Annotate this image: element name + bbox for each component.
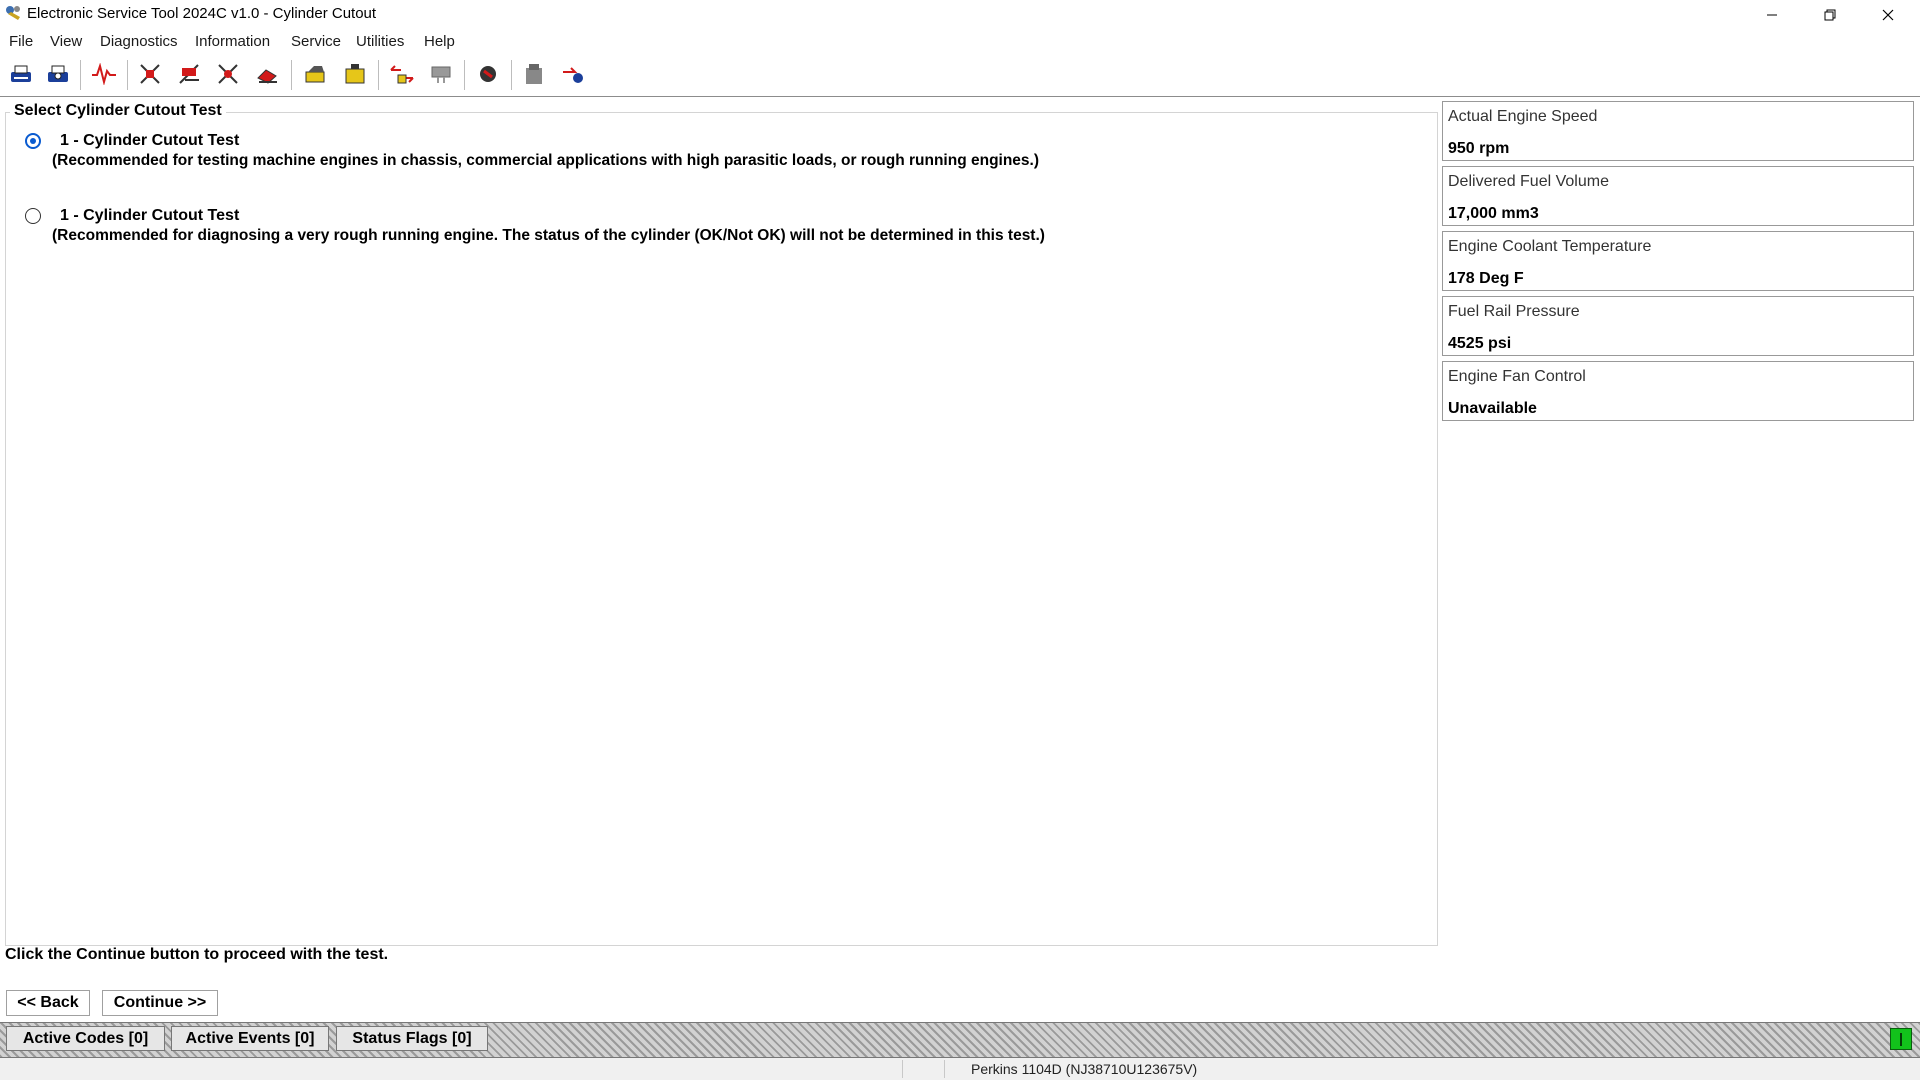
event-codes-icon[interactable] <box>215 60 243 88</box>
param-label: Engine Fan Control <box>1448 368 1586 385</box>
option-2-radio[interactable] <box>25 208 41 224</box>
print-icon[interactable] <box>7 60 35 88</box>
menu-bar: File View Diagnostics Information Servic… <box>0 29 1920 54</box>
menu-file[interactable]: File <box>9 33 33 50</box>
menu-utilities[interactable]: Utilities <box>356 33 404 50</box>
title-bar: Electronic Service Tool 2024C v1.0 - Cyl… <box>0 0 1920 29</box>
param-value: 17,000 mm3 <box>1448 205 1539 222</box>
toolbar-separator <box>378 60 379 90</box>
param-value: 4525 psi <box>1448 335 1512 352</box>
restore-icon[interactable] <box>1801 0 1859 29</box>
disconnect-icon[interactable] <box>474 60 502 88</box>
footer-status-bar: Perkins 1104D (NJ38710U123675V) <box>0 1058 1920 1080</box>
status-waveform-icon[interactable] <box>90 60 118 88</box>
connect-icon[interactable] <box>427 60 455 88</box>
param-coolant-temperature: Engine Coolant Temperature 178 Deg F <box>1442 231 1914 291</box>
param-label: Fuel Rail Pressure <box>1448 303 1580 320</box>
toolbar <box>0 54 1920 97</box>
status-flags-button[interactable]: Status Flags [0] <box>336 1026 488 1051</box>
param-fan-control: Engine Fan Control Unavailable <box>1442 361 1914 421</box>
window-title: Electronic Service Tool 2024C v1.0 - Cyl… <box>27 5 377 22</box>
footer-separator <box>944 1060 945 1078</box>
option-2-description: (Recommended for diagnosing a very rough… <box>52 227 1045 244</box>
winflash-icon[interactable] <box>560 60 588 88</box>
param-label: Engine Coolant Temperature <box>1448 238 1652 255</box>
menu-diagnostics[interactable]: Diagnostics <box>100 33 178 50</box>
param-value: 178 Deg F <box>1448 270 1524 287</box>
configuration-icon[interactable] <box>302 60 330 88</box>
option-1-radio[interactable] <box>25 133 41 149</box>
ecm-summary-icon[interactable] <box>341 60 369 88</box>
toolbar-separator <box>464 60 465 90</box>
footer-separator <box>902 1060 903 1078</box>
app-logo-icon <box>6 6 20 20</box>
logged-diagnostics-icon[interactable] <box>176 60 204 88</box>
param-fuel-volume: Delivered Fuel Volume 17,000 mm3 <box>1442 166 1914 226</box>
menu-service[interactable]: Service <box>291 33 341 50</box>
toolbar-separator <box>291 60 292 90</box>
flash-program-icon[interactable] <box>520 60 548 88</box>
toolbar-separator <box>127 60 128 90</box>
back-button[interactable]: << Back <box>6 990 90 1016</box>
param-label: Actual Engine Speed <box>1448 108 1598 125</box>
param-fuel-rail-pressure: Fuel Rail Pressure 4525 psi <box>1442 296 1914 356</box>
toolbar-separator <box>511 60 512 90</box>
ecm-identifier: Perkins 1104D (NJ38710U123675V) <box>971 1061 1198 1077</box>
minimize-icon[interactable] <box>1743 0 1801 29</box>
param-value: Unavailable <box>1448 400 1537 417</box>
continue-button[interactable]: Continue >> <box>102 990 218 1016</box>
option-2-title[interactable]: 1 - Cylinder Cutout Test <box>60 207 239 225</box>
data-link-icon[interactable] <box>388 60 416 88</box>
connection-status-icon <box>1890 1028 1912 1050</box>
active-diagnostics-icon[interactable] <box>137 60 165 88</box>
close-icon[interactable] <box>1859 0 1917 29</box>
param-engine-speed: Actual Engine Speed 950 rpm <box>1442 101 1914 161</box>
param-value: 950 rpm <box>1448 140 1510 157</box>
option-1-description: (Recommended for testing machine engines… <box>52 152 1040 169</box>
group-title: Select Cylinder Cutout Test <box>10 102 226 120</box>
active-events-button[interactable]: Active Events [0] <box>171 1026 329 1051</box>
param-label: Delivered Fuel Volume <box>1448 173 1609 190</box>
menu-information[interactable]: Information <box>195 33 270 50</box>
menu-view[interactable]: View <box>50 33 82 50</box>
print-preview-icon[interactable] <box>44 60 72 88</box>
instruction-text: Click the Continue button to proceed wit… <box>5 946 389 963</box>
active-codes-button[interactable]: Active Codes [0] <box>6 1026 165 1051</box>
option-1-title[interactable]: 1 - Cylinder Cutout Test <box>60 132 239 150</box>
clear-codes-icon[interactable] <box>254 60 282 88</box>
toolbar-separator <box>80 60 81 90</box>
menu-help[interactable]: Help <box>424 33 455 50</box>
